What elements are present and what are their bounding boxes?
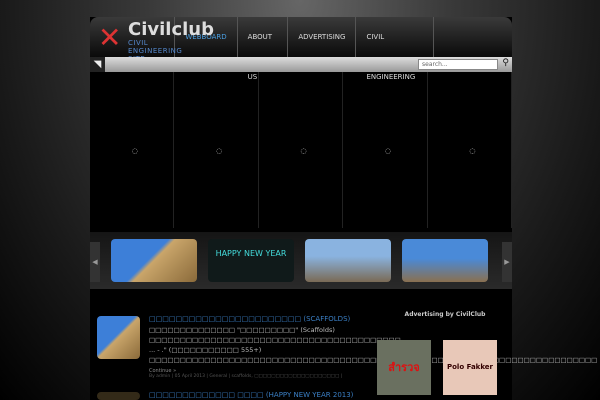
logo-icon: ✕ [98,21,122,54]
loading-spinner-icon: ◌ [469,147,476,155]
nav-about-us[interactable]: ABOUT US [236,17,288,81]
search-icon[interactable]: ⚲ [502,58,509,68]
thumbnail-carousel: ◀ HAPPY NEW YEAR ▶ [90,232,512,289]
main-nav: WEBBOARD ABOUT US ADVERTISING CIVIL ENGI… [174,17,512,81]
logo[interactable]: ✕ Civilclub CIVIL ENGINEERING SITE [90,17,214,63]
logo-title: Civilclub [128,19,214,40]
nav-spacer [432,17,512,57]
slider: ◌ ◌ ◌ ◌ ◌ [90,72,513,228]
slide-panel[interactable]: ◌ [90,72,175,228]
header: ✕ Civilclub CIVIL ENGINEERING SITE WEBBO… [90,17,512,81]
rss-icon[interactable]: ◥ [90,57,105,72]
loading-spinner-icon: ◌ [131,147,138,155]
loading-spinner-icon: ◌ [300,147,307,155]
thumbnail-construction[interactable] [402,239,488,282]
loading-spinner-icon: ◌ [384,147,392,155]
carousel-next-arrow[interactable]: ▶ [502,242,512,282]
thumbnail-construction[interactable] [305,239,391,282]
slide-panel[interactable]: ◌ [428,72,513,228]
nav-civil-engineering[interactable]: CIVIL ENGINEERING [355,17,432,81]
page-wrapper: ✕ Civilclub CIVIL ENGINEERING SITE WEBBO… [90,17,513,400]
thumbnail-new-year[interactable]: HAPPY NEW YEAR [208,239,294,282]
toolbar: ◥ search... ⚲ [90,57,512,72]
slide-panel[interactable]: ◌ [343,72,428,228]
loading-spinner-icon: ◌ [216,147,223,155]
nav-advertising[interactable]: ADVERTISING [287,17,355,57]
slide-panel[interactable]: ◌ [174,72,259,228]
carousel-prev-arrow[interactable]: ◀ [90,242,100,282]
slide-panel[interactable]: ◌ [259,72,344,228]
thumbnail-scaffolds[interactable] [111,239,197,282]
search-input[interactable]: search... [418,59,498,70]
